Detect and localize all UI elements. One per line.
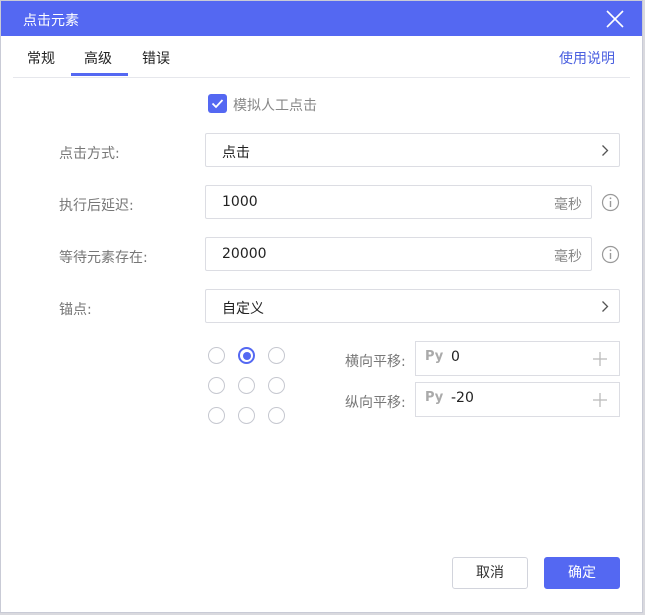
anchor-radio-bottom-left[interactable] bbox=[208, 407, 225, 424]
simulate-click-checkbox[interactable] bbox=[208, 94, 227, 113]
delay-after-label: 执行后延迟: bbox=[59, 198, 134, 214]
close-icon[interactable] bbox=[604, 8, 626, 30]
simulate-click-label: 模拟人工点击 bbox=[233, 98, 317, 114]
dialog-title: 点击元素 bbox=[23, 13, 79, 29]
offset-y-value: -20 bbox=[451, 390, 474, 406]
wait-element-input[interactable]: 20000 毫秒 bbox=[205, 237, 592, 271]
tab-advanced[interactable]: 高级 bbox=[84, 48, 112, 68]
anchor-radio-center[interactable] bbox=[238, 377, 255, 394]
tab-general[interactable]: 常规 bbox=[27, 48, 55, 68]
cancel-button[interactable]: 取消 bbox=[452, 557, 528, 589]
delay-after-input[interactable]: 1000 毫秒 bbox=[205, 185, 592, 219]
anchor-radio-middle-right[interactable] bbox=[268, 377, 285, 394]
dialog-titlebar: 点击元素 bbox=[1, 1, 642, 36]
tab-error[interactable]: 错误 bbox=[142, 48, 170, 68]
offset-y-input[interactable]: Py -20 bbox=[415, 382, 620, 417]
help-link[interactable]: 使用说明 bbox=[559, 48, 615, 68]
click-method-select[interactable]: 点击 bbox=[205, 133, 620, 167]
confirm-button[interactable]: 确定 bbox=[544, 557, 620, 589]
anchor-value: 自定义 bbox=[222, 301, 264, 317]
chevron-right-icon bbox=[602, 301, 609, 312]
info-icon[interactable] bbox=[601, 245, 620, 264]
anchor-select[interactable]: 自定义 bbox=[205, 289, 620, 323]
offset-x-tag: Py bbox=[425, 349, 444, 364]
anchor-radio-middle-left[interactable] bbox=[208, 377, 225, 394]
plus-icon[interactable] bbox=[592, 351, 608, 367]
offset-x-label: 横向平移: bbox=[345, 354, 406, 370]
click-method-value: 点击 bbox=[222, 145, 250, 161]
plus-icon[interactable] bbox=[592, 392, 608, 408]
offset-x-value: 0 bbox=[451, 349, 460, 365]
anchor-radio-bottom-center[interactable] bbox=[238, 407, 255, 424]
wait-element-value: 20000 bbox=[222, 246, 267, 262]
info-icon[interactable] bbox=[601, 193, 620, 212]
click-method-label: 点击方式: bbox=[59, 146, 120, 162]
delay-after-unit: 毫秒 bbox=[554, 197, 582, 213]
anchor-radio-top-center[interactable] bbox=[238, 347, 255, 364]
wait-element-unit: 毫秒 bbox=[554, 249, 582, 265]
chevron-right-icon bbox=[602, 145, 609, 156]
anchor-radio-bottom-right[interactable] bbox=[268, 407, 285, 424]
anchor-radio-top-left[interactable] bbox=[208, 347, 225, 364]
click-element-dialog: 点击元素 常规 高级 错误 使用说明 模拟人工点击 点击方式: 点击 执行后延迟… bbox=[0, 0, 643, 613]
offset-y-label: 纵向平移: bbox=[345, 395, 406, 411]
tab-bar: 常规 高级 错误 使用说明 bbox=[13, 36, 630, 78]
anchor-radio-top-right[interactable] bbox=[268, 347, 285, 364]
offset-x-input[interactable]: Py 0 bbox=[415, 341, 620, 376]
checkmark-icon bbox=[211, 99, 224, 109]
wait-element-label: 等待元素存在: bbox=[59, 250, 148, 266]
active-tab-indicator bbox=[71, 73, 128, 76]
delay-after-value: 1000 bbox=[222, 194, 258, 210]
offset-y-tag: Py bbox=[425, 390, 444, 405]
anchor-label: 锚点: bbox=[59, 302, 92, 318]
